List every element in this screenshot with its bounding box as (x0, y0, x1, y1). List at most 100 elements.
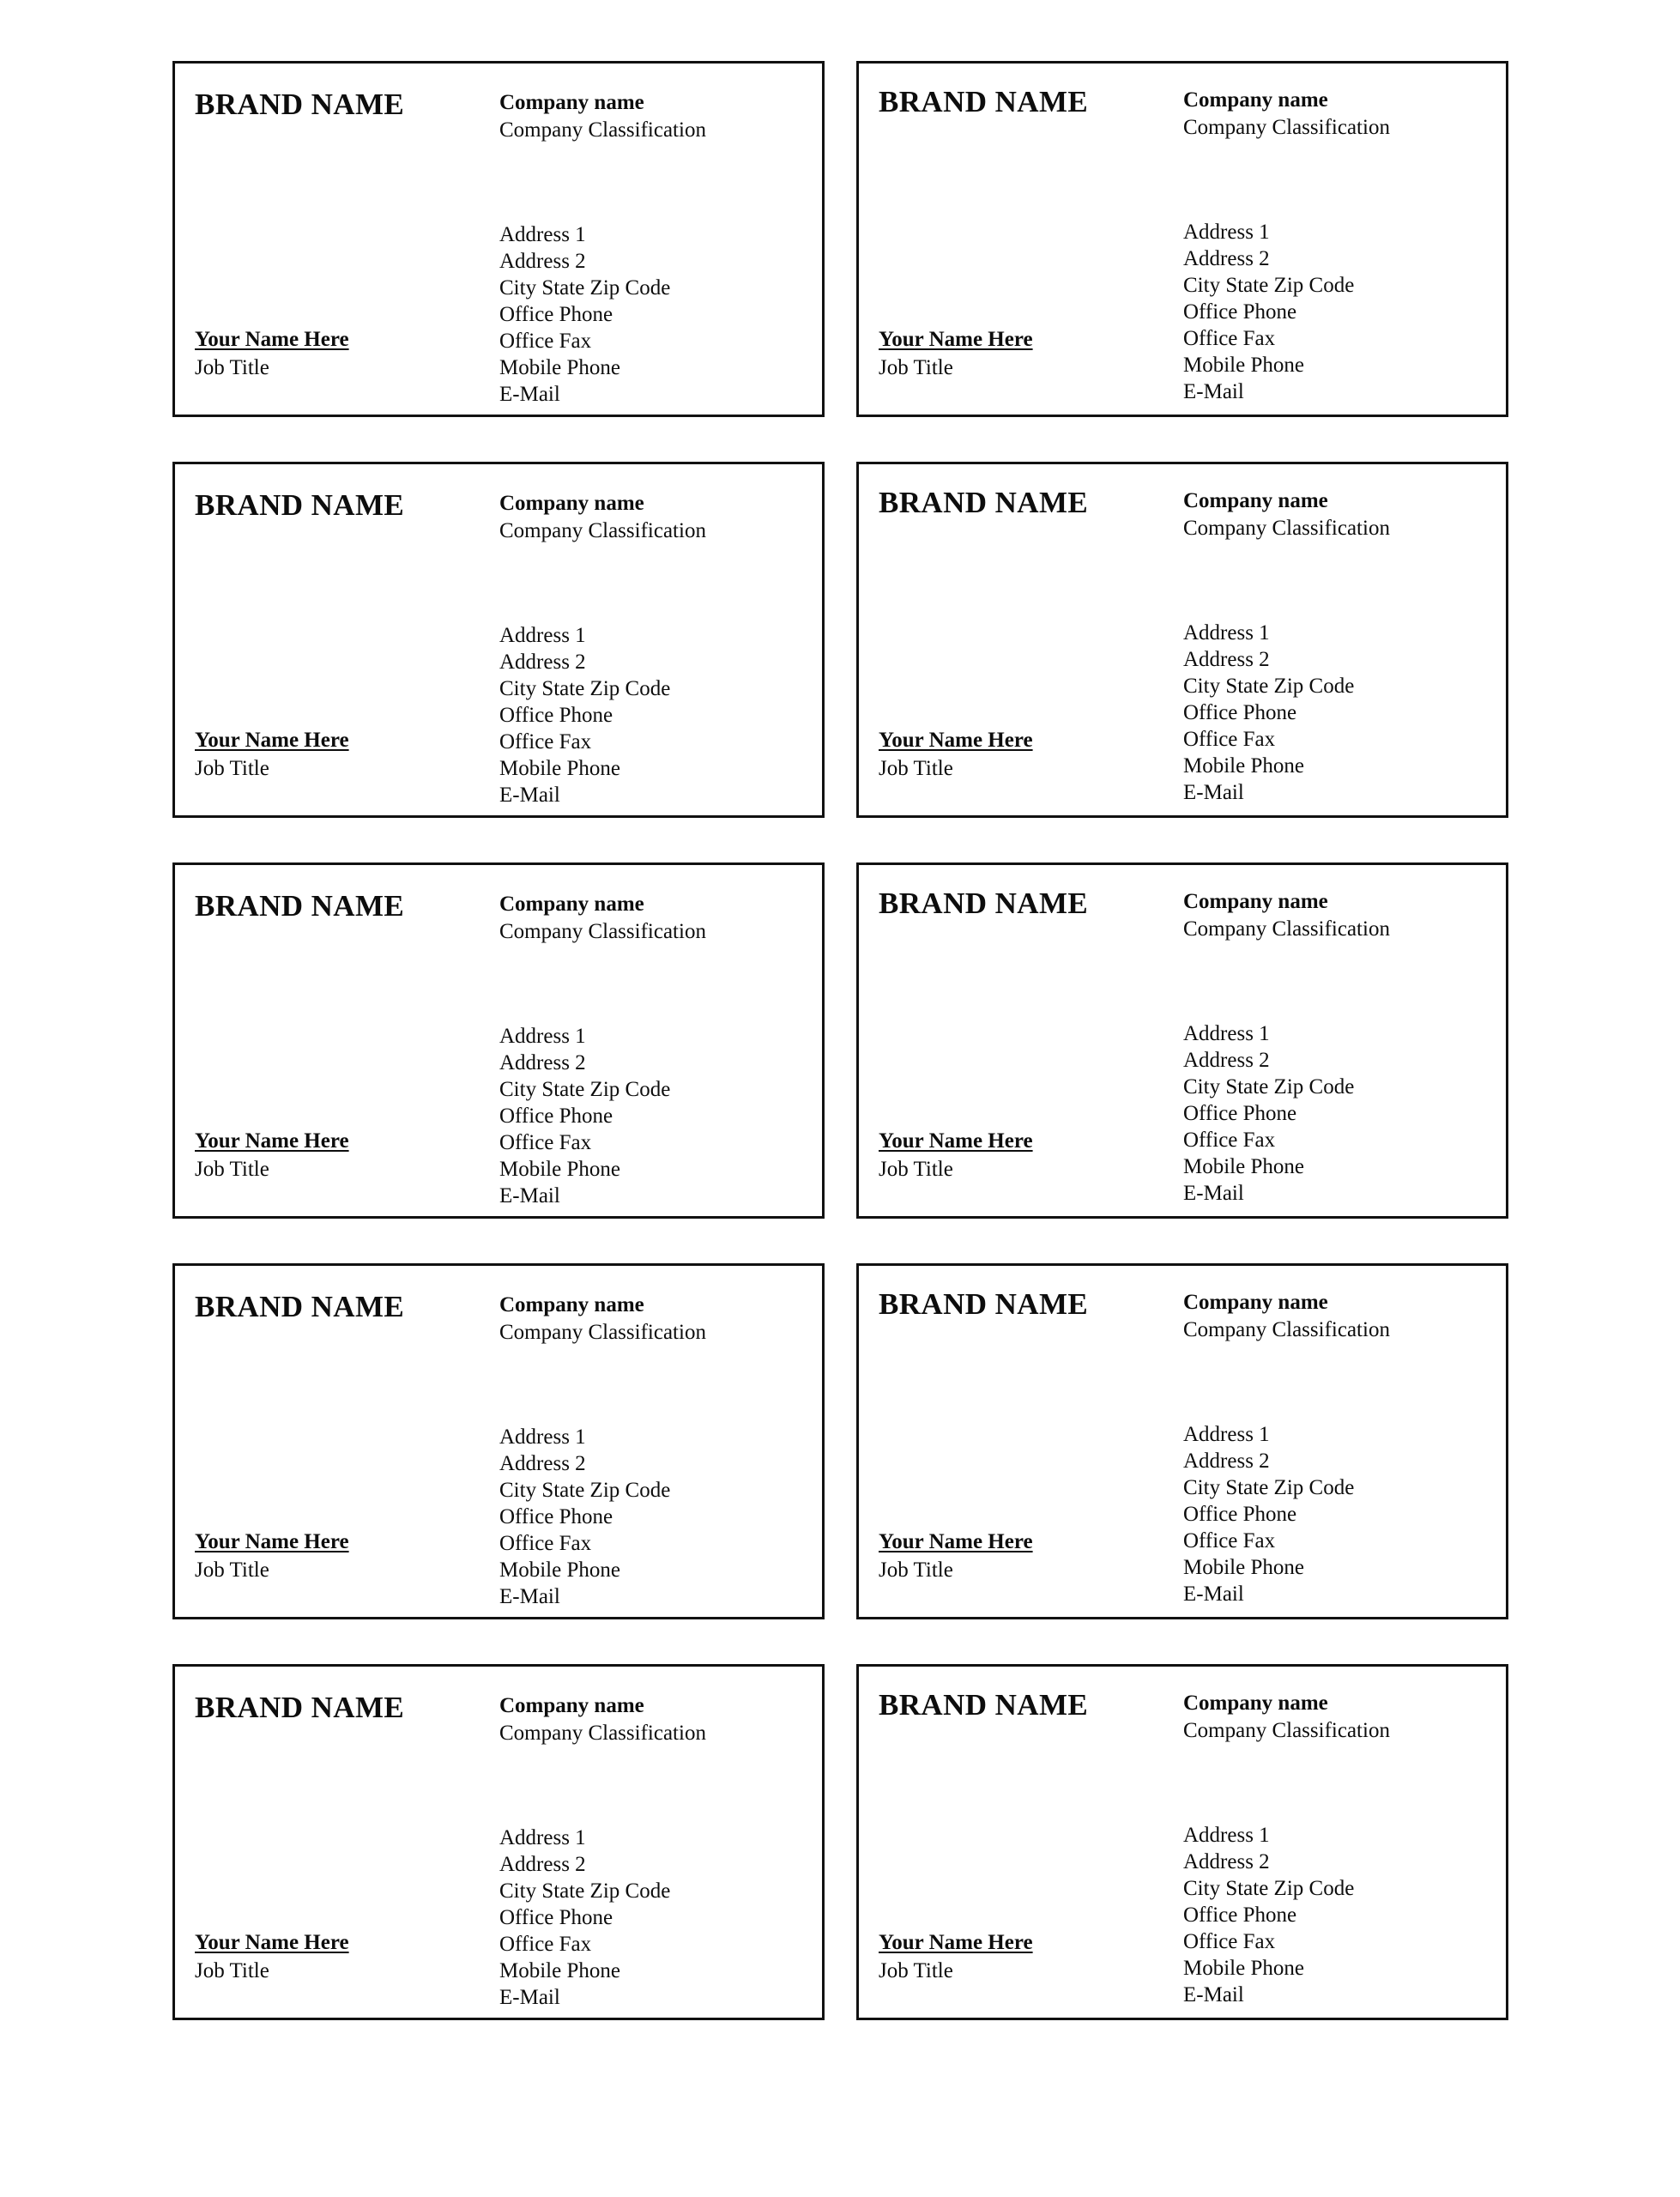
card-person-block: Your Name Here Job Title (879, 1929, 1170, 1984)
contact-line: Address 2 (499, 1051, 586, 1074)
brand-name: BRAND NAME (195, 1691, 405, 1724)
contact-line: Mobile Phone (499, 1959, 620, 1982)
card-identity-column: BRAND NAME Your Name Here Job Title (879, 887, 1170, 1216)
business-card[interactable]: BRAND NAME Your Name Here Job Title Company… (172, 462, 825, 818)
contact-line: Address 2 (1183, 1450, 1270, 1473)
contact-line: Office Fax (499, 1131, 592, 1154)
card-person-block: Your Name Here Job Title (195, 1528, 486, 1583)
contact-line: Mobile Phone (1183, 1155, 1304, 1178)
company-classification: Company Classification (1183, 517, 1390, 540)
card-content: BRAND NAME Your Name Here Job Title Company… (859, 487, 1506, 815)
company-classification: Company Classification (499, 1722, 706, 1745)
business-card[interactable]: BRAND NAME Your Name Here Job Title Company… (856, 61, 1508, 417)
contact-line: City State Zip Code (1183, 274, 1355, 297)
card-identity-column: BRAND NAME Your Name Here Job Title (195, 1692, 486, 2018)
contact-line: Mobile Phone (1183, 1957, 1304, 1980)
card-person-block: Your Name Here Job Title (879, 727, 1170, 782)
person-name: Your Name Here (195, 1129, 349, 1153)
company-name: Company name (1183, 88, 1328, 112)
card-person-block: Your Name Here Job Title (879, 1528, 1170, 1583)
card-company-column: Company name Company Classification Addres… (1183, 1690, 1492, 2006)
contact-details-list: Address 1 Address 2 City State Zip Code Off… (499, 1825, 808, 2011)
contact-details-list: Address 1 Address 2 City State Zip Code Off… (1183, 1421, 1492, 1607)
company-name: Company name (499, 893, 644, 916)
person-name: Your Name Here (195, 1530, 349, 1554)
card-content: BRAND NAME Your Name Here Job Title Company… (175, 1291, 822, 1617)
contact-line: City State Zip Code (1183, 1075, 1355, 1098)
business-card[interactable]: BRAND NAME Your Name Here Job Title Company… (172, 1263, 825, 1619)
brand-name: BRAND NAME (195, 889, 405, 923)
contact-line: Office Phone (1183, 300, 1297, 324)
contact-line: Office Fax (1183, 1129, 1276, 1152)
contact-line: E-Mail (499, 1986, 560, 2009)
contact-line: City State Zip Code (1183, 1476, 1355, 1499)
business-card[interactable]: BRAND NAME Your Name Here Job Title Company… (856, 1664, 1508, 2020)
company-name: Company name (1183, 489, 1328, 512)
contact-line: Office Fax (499, 730, 592, 754)
contact-line: Office Phone (499, 1906, 613, 1929)
contact-line: Mobile Phone (1183, 754, 1304, 778)
contact-line: Office Phone (1183, 1102, 1297, 1125)
contact-line: Mobile Phone (499, 356, 620, 379)
contact-line: Mobile Phone (499, 1158, 620, 1181)
contact-line: Address 2 (499, 651, 586, 674)
company-name: Company name (499, 1694, 644, 1717)
contact-details-list: Address 1 Address 2 City State Zip Code Off… (499, 221, 808, 408)
contact-line: City State Zip Code (499, 677, 671, 700)
contact-line: E-Mail (499, 784, 560, 807)
card-identity-column: BRAND NAME Your Name Here Job Title (195, 489, 486, 815)
card-company-column: Company name Company Classification Addres… (1183, 888, 1492, 1205)
card-person-block: Your Name Here Job Title (879, 326, 1170, 381)
card-content: BRAND NAME Your Name Here Job Title Company… (859, 86, 1506, 415)
person-name: Your Name Here (879, 328, 1033, 352)
business-card[interactable]: BRAND NAME Your Name Here Job Title Company… (172, 1664, 825, 2020)
company-name: Company name (1183, 890, 1328, 913)
contact-details-list: Address 1 Address 2 City State Zip Code Off… (499, 1023, 808, 1209)
card-content: BRAND NAME Your Name Here Job Title Company… (175, 88, 822, 415)
contact-line: Office Phone (499, 1505, 613, 1528)
card-identity-column: BRAND NAME Your Name Here Job Title (195, 889, 486, 1216)
contact-line: Office Fax (499, 1532, 592, 1555)
card-company-column: Company name Company Classification Addres… (499, 891, 808, 1207)
contact-line: City State Zip Code (499, 276, 671, 300)
contact-line: Address 2 (1183, 247, 1270, 270)
contact-line: E-Mail (1183, 1182, 1244, 1205)
company-name: Company name (1183, 1692, 1328, 1715)
contact-line: Mobile Phone (1183, 354, 1304, 377)
contact-line: Address 2 (1183, 1850, 1270, 1873)
person-job-title: Job Title (879, 1958, 953, 1982)
card-person-block: Your Name Here Job Title (195, 727, 486, 782)
company-name: Company name (1183, 1291, 1328, 1314)
business-card[interactable]: BRAND NAME Your Name Here Job Title Company… (172, 61, 825, 417)
contact-details-list: Address 1 Address 2 City State Zip Code Off… (499, 622, 808, 808)
contact-line: Address 1 (499, 1425, 586, 1449)
business-card[interactable]: BRAND NAME Your Name Here Job Title Company… (172, 862, 825, 1219)
contact-line: E-Mail (499, 1184, 560, 1207)
contact-line: Mobile Phone (499, 1558, 620, 1582)
card-company-column: Company name Company Classification Addres… (1183, 487, 1492, 804)
contact-line: Address 1 (1183, 1022, 1270, 1045)
person-name: Your Name Here (195, 729, 349, 753)
person-job-title: Job Title (195, 1958, 269, 1982)
company-classification: Company Classification (1183, 1719, 1390, 1742)
card-content: BRAND NAME Your Name Here Job Title Company… (859, 887, 1506, 1216)
card-company-column: Company name Company Classification Addres… (499, 1292, 808, 1608)
contact-line: Mobile Phone (1183, 1556, 1304, 1579)
person-job-title: Job Title (879, 1558, 953, 1582)
contact-line: City State Zip Code (499, 1479, 671, 1502)
contact-line: Address 1 (499, 1025, 586, 1048)
contact-line: City State Zip Code (1183, 675, 1355, 698)
person-job-title: Job Title (195, 355, 269, 379)
card-content: BRAND NAME Your Name Here Job Title Company… (175, 1692, 822, 2018)
business-card[interactable]: BRAND NAME Your Name Here Job Title Company… (856, 1263, 1508, 1619)
contact-line: Office Phone (499, 1105, 613, 1128)
card-content: BRAND NAME Your Name Here Job Title Company… (859, 1288, 1506, 1617)
contact-line: Office Phone (1183, 1903, 1297, 1927)
person-name: Your Name Here (879, 729, 1033, 753)
business-card[interactable]: BRAND NAME Your Name Here Job Title Company… (856, 862, 1508, 1219)
contact-line: Office Fax (1183, 1930, 1276, 1953)
contact-line: Mobile Phone (499, 757, 620, 780)
card-identity-column: BRAND NAME Your Name Here Job Title (879, 86, 1170, 415)
business-card[interactable]: BRAND NAME Your Name Here Job Title Company… (856, 462, 1508, 818)
contact-line: Address 1 (499, 1826, 586, 1849)
